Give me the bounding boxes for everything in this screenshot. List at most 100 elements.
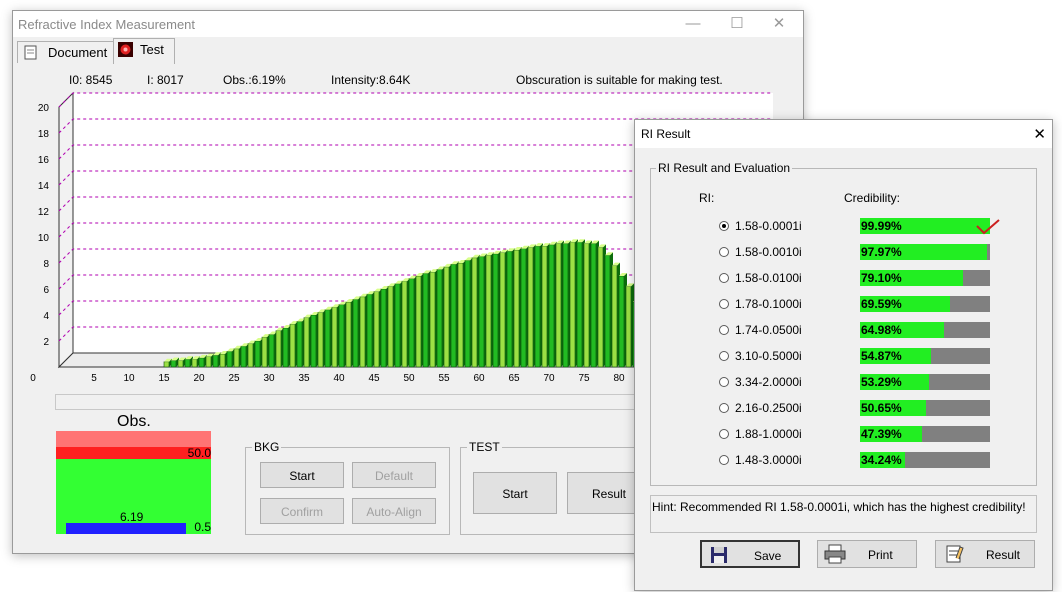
bar: [464, 260, 471, 368]
i-readout: I: 8017: [147, 73, 184, 87]
ri-row[interactable]: 1.58-0.0010i 97.97%: [651, 242, 1051, 264]
ri-radio[interactable]: [719, 221, 729, 231]
bar: [485, 254, 492, 368]
bar: [513, 249, 520, 368]
floppy-disk-icon: [711, 547, 727, 563]
bar: [268, 334, 275, 368]
ri-row[interactable]: 1.88-1.0000i 47.39%: [651, 424, 1051, 446]
minimize-icon[interactable]: —: [671, 12, 715, 36]
bar: [408, 278, 415, 368]
ri-result-group-label: RI Result and Evaluation: [656, 161, 793, 175]
x-tick-label: 0: [30, 373, 36, 384]
credibility-bar: 79.10%: [860, 270, 990, 286]
checkmark-icon: [976, 219, 1000, 235]
bar: [590, 243, 597, 368]
ri-row[interactable]: 3.34-2.0000i 53.29%: [651, 372, 1051, 394]
bkg-start-button[interactable]: Start: [260, 462, 344, 488]
ri-value: 1.48-3.0000i: [735, 453, 802, 467]
i0-readout: I0: 8545: [69, 73, 113, 87]
ri-radio[interactable]: [719, 377, 729, 387]
bar: [597, 247, 604, 368]
bar: [177, 360, 184, 368]
ri-row[interactable]: 1.74-0.0500i 64.98%: [651, 320, 1051, 342]
x-tick-label: 10: [123, 373, 135, 384]
print-button[interactable]: Print: [817, 540, 917, 568]
credibility-bar: 99.99%: [860, 218, 990, 234]
ri-radio[interactable]: [719, 325, 729, 335]
obs-current-value: 6.19: [120, 510, 144, 524]
ri-radio[interactable]: [719, 351, 729, 361]
tab-test-label: Test: [140, 42, 164, 57]
x-tick-label: 25: [228, 373, 240, 384]
credibility-bar: 97.97%: [860, 244, 990, 260]
obs-upper-value: 50.0: [187, 446, 211, 460]
maximize-icon[interactable]: ☐: [715, 12, 759, 36]
ri-dialog-title: RI Result: [641, 127, 691, 141]
y-tick-label: 12: [38, 207, 50, 218]
bkg-auto-align-button[interactable]: Auto-Align: [352, 498, 436, 524]
obs-gauge-upper-zone: [56, 431, 211, 447]
document-icon: [24, 45, 37, 60]
bar: [198, 357, 205, 368]
tab-test[interactable]: Test: [113, 38, 175, 64]
bar: [436, 269, 443, 368]
bar: [527, 247, 534, 368]
bar: [555, 243, 562, 368]
bar: [583, 243, 590, 368]
bar: [618, 275, 625, 368]
obs-lower-value: 0.5: [194, 520, 211, 534]
bkg-confirm-button[interactable]: Confirm: [260, 498, 344, 524]
bar: [450, 264, 457, 368]
ri-radio[interactable]: [719, 273, 729, 283]
ri-radio[interactable]: [719, 247, 729, 257]
bar: [366, 293, 373, 368]
credibility-bar: 53.29%: [860, 374, 990, 390]
bar: [226, 351, 233, 368]
ri-radio[interactable]: [719, 455, 729, 465]
tab-document[interactable]: Document: [17, 41, 115, 63]
report-icon: [946, 545, 964, 563]
obs-gauge-level: [66, 523, 186, 534]
x-tick-label: 65: [508, 373, 520, 384]
ri-radio[interactable]: [719, 429, 729, 439]
bar: [443, 266, 450, 368]
result-button-label: Result: [986, 548, 1021, 562]
y-tick-label: 8: [43, 259, 49, 270]
bar: [457, 262, 464, 368]
bkg-default-button[interactable]: Default: [352, 462, 436, 488]
x-tick-label: 20: [193, 373, 205, 384]
credibility-value: 64.98%: [861, 323, 902, 337]
x-tick-label: 80: [613, 373, 625, 384]
ri-value: 1.78-0.1000i: [735, 297, 802, 311]
x-tick-label: 55: [438, 373, 450, 384]
y-tick-label: 18: [38, 129, 50, 140]
bar: [352, 299, 359, 368]
test-start-button[interactable]: Start: [473, 472, 557, 514]
bar: [499, 252, 506, 368]
ri-radio[interactable]: [719, 403, 729, 413]
ri-radio[interactable]: [719, 299, 729, 309]
ri-row[interactable]: 1.48-3.0000i 34.24%: [651, 450, 1051, 472]
credibility-bar: 34.24%: [860, 452, 990, 468]
ri-row[interactable]: 1.78-0.1000i 69.59%: [651, 294, 1051, 316]
x-tick-label: 75: [578, 373, 590, 384]
close-icon[interactable]: ✕: [757, 12, 801, 36]
ri-row[interactable]: 1.58-0.0100i 79.10%: [651, 268, 1051, 290]
bar: [296, 321, 303, 368]
ri-row[interactable]: 3.10-0.5000i 54.87%: [651, 346, 1051, 368]
bar: [345, 301, 352, 368]
credibility-bar: 69.59%: [860, 296, 990, 312]
x-tick-label: 15: [158, 373, 170, 384]
ri-title-bar: RI Result ✕: [635, 120, 1052, 148]
credibility-value: 47.39%: [861, 427, 902, 441]
credibility-value: 99.99%: [861, 219, 902, 233]
bar: [233, 348, 240, 368]
ri-result-button[interactable]: Result: [935, 540, 1035, 568]
credibility-value: 97.97%: [861, 245, 902, 259]
bar: [429, 271, 436, 368]
close-icon[interactable]: ✕: [1033, 125, 1046, 143]
ri-column-header: RI:: [699, 191, 715, 205]
bar: [415, 275, 422, 368]
save-button[interactable]: Save: [700, 540, 800, 568]
ri-row[interactable]: 2.16-0.2500i 50.65%: [651, 398, 1051, 420]
